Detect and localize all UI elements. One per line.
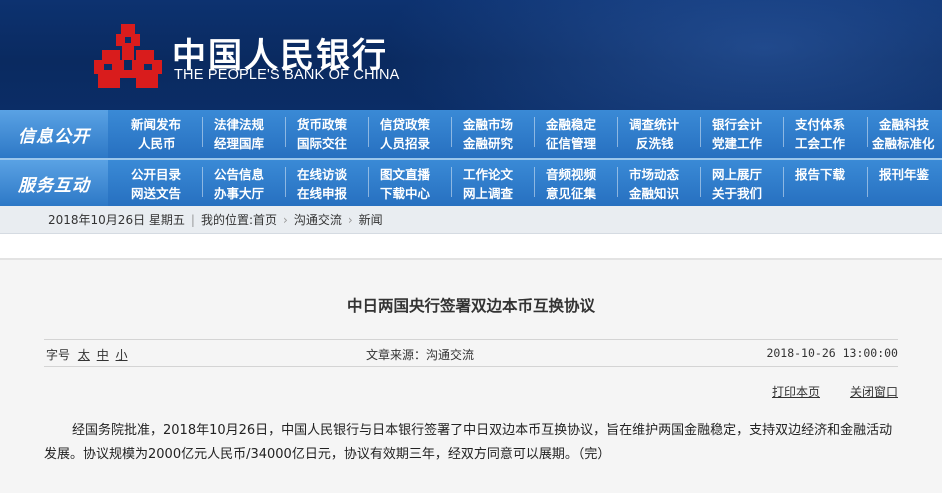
nav-item[interactable]: 意见征集 — [546, 183, 596, 202]
nav-item[interactable]: 工会工作 — [795, 133, 845, 152]
print-page-link[interactable]: 打印本页 — [772, 383, 820, 400]
font-size-control: 字号 太 中 小 — [46, 346, 128, 363]
spacer — [0, 234, 942, 258]
nav-item[interactable]: 公告信息 — [201, 164, 264, 197]
nav-item[interactable]: 征信管理 — [546, 133, 596, 152]
font-size-medium-button[interactable]: 中 — [97, 348, 109, 362]
nav-item[interactable]: 支付体系 — [782, 114, 845, 147]
article-meta: 字号 太 中 小 文章来源：沟通交流 2018-10-26 13:00:00 — [44, 339, 898, 367]
nav-item[interactable]: 金融研究 — [463, 133, 513, 152]
article: 中日两国央行签署双边本币互换协议 字号 太 中 小 文章来源：沟通交流 2018… — [0, 260, 942, 467]
current-date: 2018年10月26日 星期五 — [48, 213, 185, 227]
nav-item[interactable]: 网上调查 — [463, 183, 513, 202]
nav-item[interactable]: 经理国库 — [214, 133, 264, 152]
nav-item[interactable]: 新闻发布 — [131, 114, 181, 133]
pboc-logo-icon — [94, 24, 162, 88]
nav-item[interactable]: 信贷政策 — [367, 114, 430, 147]
nav-item[interactable]: 报告下载 — [782, 164, 845, 197]
nav-item[interactable]: 报刊年鉴 — [866, 164, 929, 197]
info-nav-title: 信息公开 — [0, 110, 108, 158]
nav-item[interactable]: 市场动态 — [616, 164, 679, 197]
breadcrumb-separator: › — [347, 212, 353, 227]
nav-item[interactable]: 反洗钱 — [636, 133, 674, 152]
nav-item[interactable]: 公开目录 — [131, 164, 181, 183]
info-nav-row-1: 新闻发布 法律法规 货币政策 信贷政策 金融市场 金融稳定 调查统计 银行会计 … — [116, 114, 942, 147]
service-nav-title: 服务互动 — [0, 160, 108, 206]
info-nav: 信息公开 新闻发布 法律法规 货币政策 信贷政策 金融市场 金融稳定 调查统计 … — [0, 110, 942, 158]
nav-item[interactable]: 办事大厅 — [214, 183, 264, 202]
nav-item[interactable]: 人员招录 — [380, 133, 430, 152]
breadcrumb: 2018年10月26日 星期五 | 我的位置: 首页 › 沟通交流 › 新闻 — [0, 206, 942, 234]
nav-item[interactable]: 金融市场 — [450, 114, 513, 147]
nav-item[interactable]: 调查统计 — [616, 114, 679, 147]
nav-item[interactable]: 金融科技 — [866, 114, 929, 147]
service-nav-row-1: 公开目录 公告信息 在线访谈 图文直播 工作论文 音频视频 市场动态 网上展厅 … — [116, 164, 942, 197]
article-tools: 打印本页 关闭窗口 — [44, 367, 898, 411]
nav-item[interactable]: 工作论文 — [450, 164, 513, 197]
font-size-label: 字号 — [46, 348, 71, 362]
breadcrumb-section-link[interactable]: 沟通交流 — [294, 211, 342, 228]
nav-item[interactable]: 国际交往 — [297, 133, 347, 152]
nav-item[interactable]: 网上展厅 — [699, 164, 762, 197]
nav-item[interactable]: 银行会计 — [699, 114, 762, 147]
breadcrumb-home-link[interactable]: 首页 — [253, 211, 277, 228]
nav-item[interactable]: 党建工作 — [712, 133, 762, 152]
service-nav: 服务互动 公开目录 公告信息 在线访谈 图文直播 工作论文 音频视频 市场动态 … — [0, 160, 942, 206]
nav-item[interactable]: 网送文告 — [131, 183, 181, 202]
article-datetime: 2018-10-26 13:00:00 — [766, 346, 898, 360]
nav-item[interactable]: 在线申报 — [297, 183, 347, 202]
nav-item[interactable]: 金融标准化 — [872, 133, 935, 152]
close-window-link[interactable]: 关闭窗口 — [850, 383, 898, 400]
location-label: 我的位置: — [200, 213, 253, 227]
font-size-small-button[interactable]: 小 — [116, 348, 128, 362]
breadcrumb-current-link[interactable]: 新闻 — [359, 211, 383, 228]
nav-item[interactable]: 金融知识 — [629, 183, 679, 202]
article-body: 经国务院批准，2018年10月26日，中国人民银行与日本银行签署了中日双边本币互… — [44, 423, 893, 462]
breadcrumb-divider: | — [190, 212, 195, 227]
breadcrumb-separator: › — [283, 212, 288, 227]
font-size-large-button[interactable]: 太 — [78, 348, 90, 362]
nav-item[interactable]: 关于我们 — [712, 183, 762, 202]
service-nav-row-2: 网送文告 办事大厅 在线申报 下载中心 网上调查 意见征集 金融知识 关于我们 — [116, 183, 942, 202]
nav-item[interactable]: 下载中心 — [380, 183, 430, 202]
nav-item[interactable]: 在线访谈 — [284, 164, 347, 197]
site-title-en: THE PEOPLE'S BANK OF CHINA — [174, 67, 400, 83]
article-source: 文章来源：沟通交流 — [366, 348, 475, 362]
article-title: 中日两国央行签署双边本币互换协议 — [346, 297, 595, 315]
nav-item[interactable]: 图文直播 — [367, 164, 430, 197]
nav-item[interactable]: 法律法规 — [201, 114, 264, 147]
site-header: 中国人民银行 THE PEOPLE'S BANK OF CHINA — [0, 0, 942, 110]
nav-item[interactable]: 人民币 — [138, 133, 176, 152]
nav-item[interactable]: 金融稳定 — [533, 114, 596, 147]
nav-item[interactable]: 货币政策 — [284, 114, 347, 147]
nav-item[interactable]: 音频视频 — [533, 164, 596, 197]
info-nav-row-2: 人民币 经理国库 国际交往 人员招录 金融研究 征信管理 反洗钱 党建工作 工会… — [116, 133, 942, 152]
